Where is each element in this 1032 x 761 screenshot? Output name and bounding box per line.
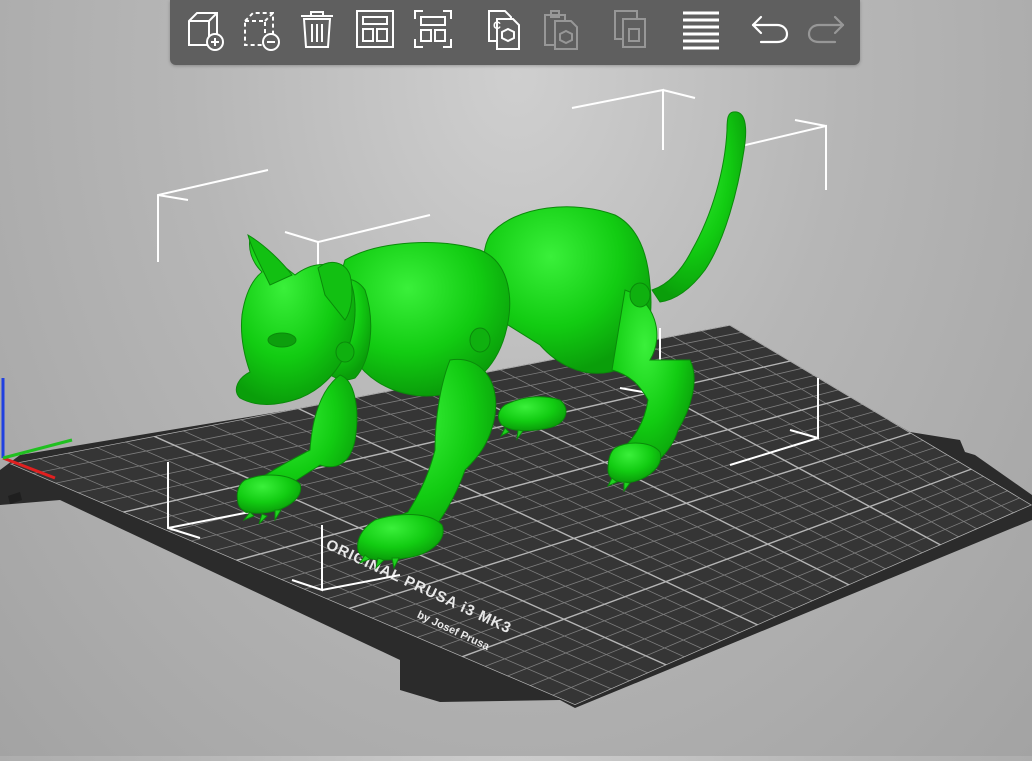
layers-button[interactable]	[678, 8, 724, 54]
cat-tail	[651, 111, 747, 303]
redo-button[interactable]	[804, 8, 850, 54]
trash-icon	[295, 7, 339, 56]
redo-icon	[805, 7, 849, 56]
3d-viewport[interactable]: ORIGINAL PRUSA i3 MK3 by Josef Prusa	[0, 0, 1032, 756]
arrange-icon	[353, 7, 397, 56]
print-bed: ORIGINAL PRUSA i3 MK3 by Josef Prusa	[0, 325, 1032, 708]
arrange-selection-button[interactable]	[410, 8, 456, 54]
add-instance-icon	[609, 7, 653, 56]
add-instance-button[interactable]	[608, 8, 654, 54]
copy-icon: C	[481, 7, 525, 56]
paste-button[interactable]	[538, 8, 584, 54]
scene-canvas[interactable]: ORIGINAL PRUSA i3 MK3 by Josef Prusa	[0, 0, 1032, 756]
copy-button[interactable]: C	[480, 8, 526, 54]
bed-surface	[10, 325, 1032, 705]
add-cube-icon	[183, 7, 227, 56]
main-toolbar: C	[170, 0, 860, 65]
add-button[interactable]	[182, 8, 228, 54]
arrange-button[interactable]	[352, 8, 398, 54]
undo-icon	[747, 7, 791, 56]
delete-all-button[interactable]	[294, 8, 340, 54]
svg-text:C: C	[493, 20, 501, 32]
delete-button[interactable]	[238, 8, 284, 54]
cat-eye	[267, 332, 297, 348]
arrange-selection-icon	[411, 7, 455, 56]
delete-cube-icon	[239, 7, 283, 56]
undo-button[interactable]	[746, 8, 792, 54]
layers-icon	[679, 7, 723, 56]
paste-icon	[539, 7, 583, 56]
